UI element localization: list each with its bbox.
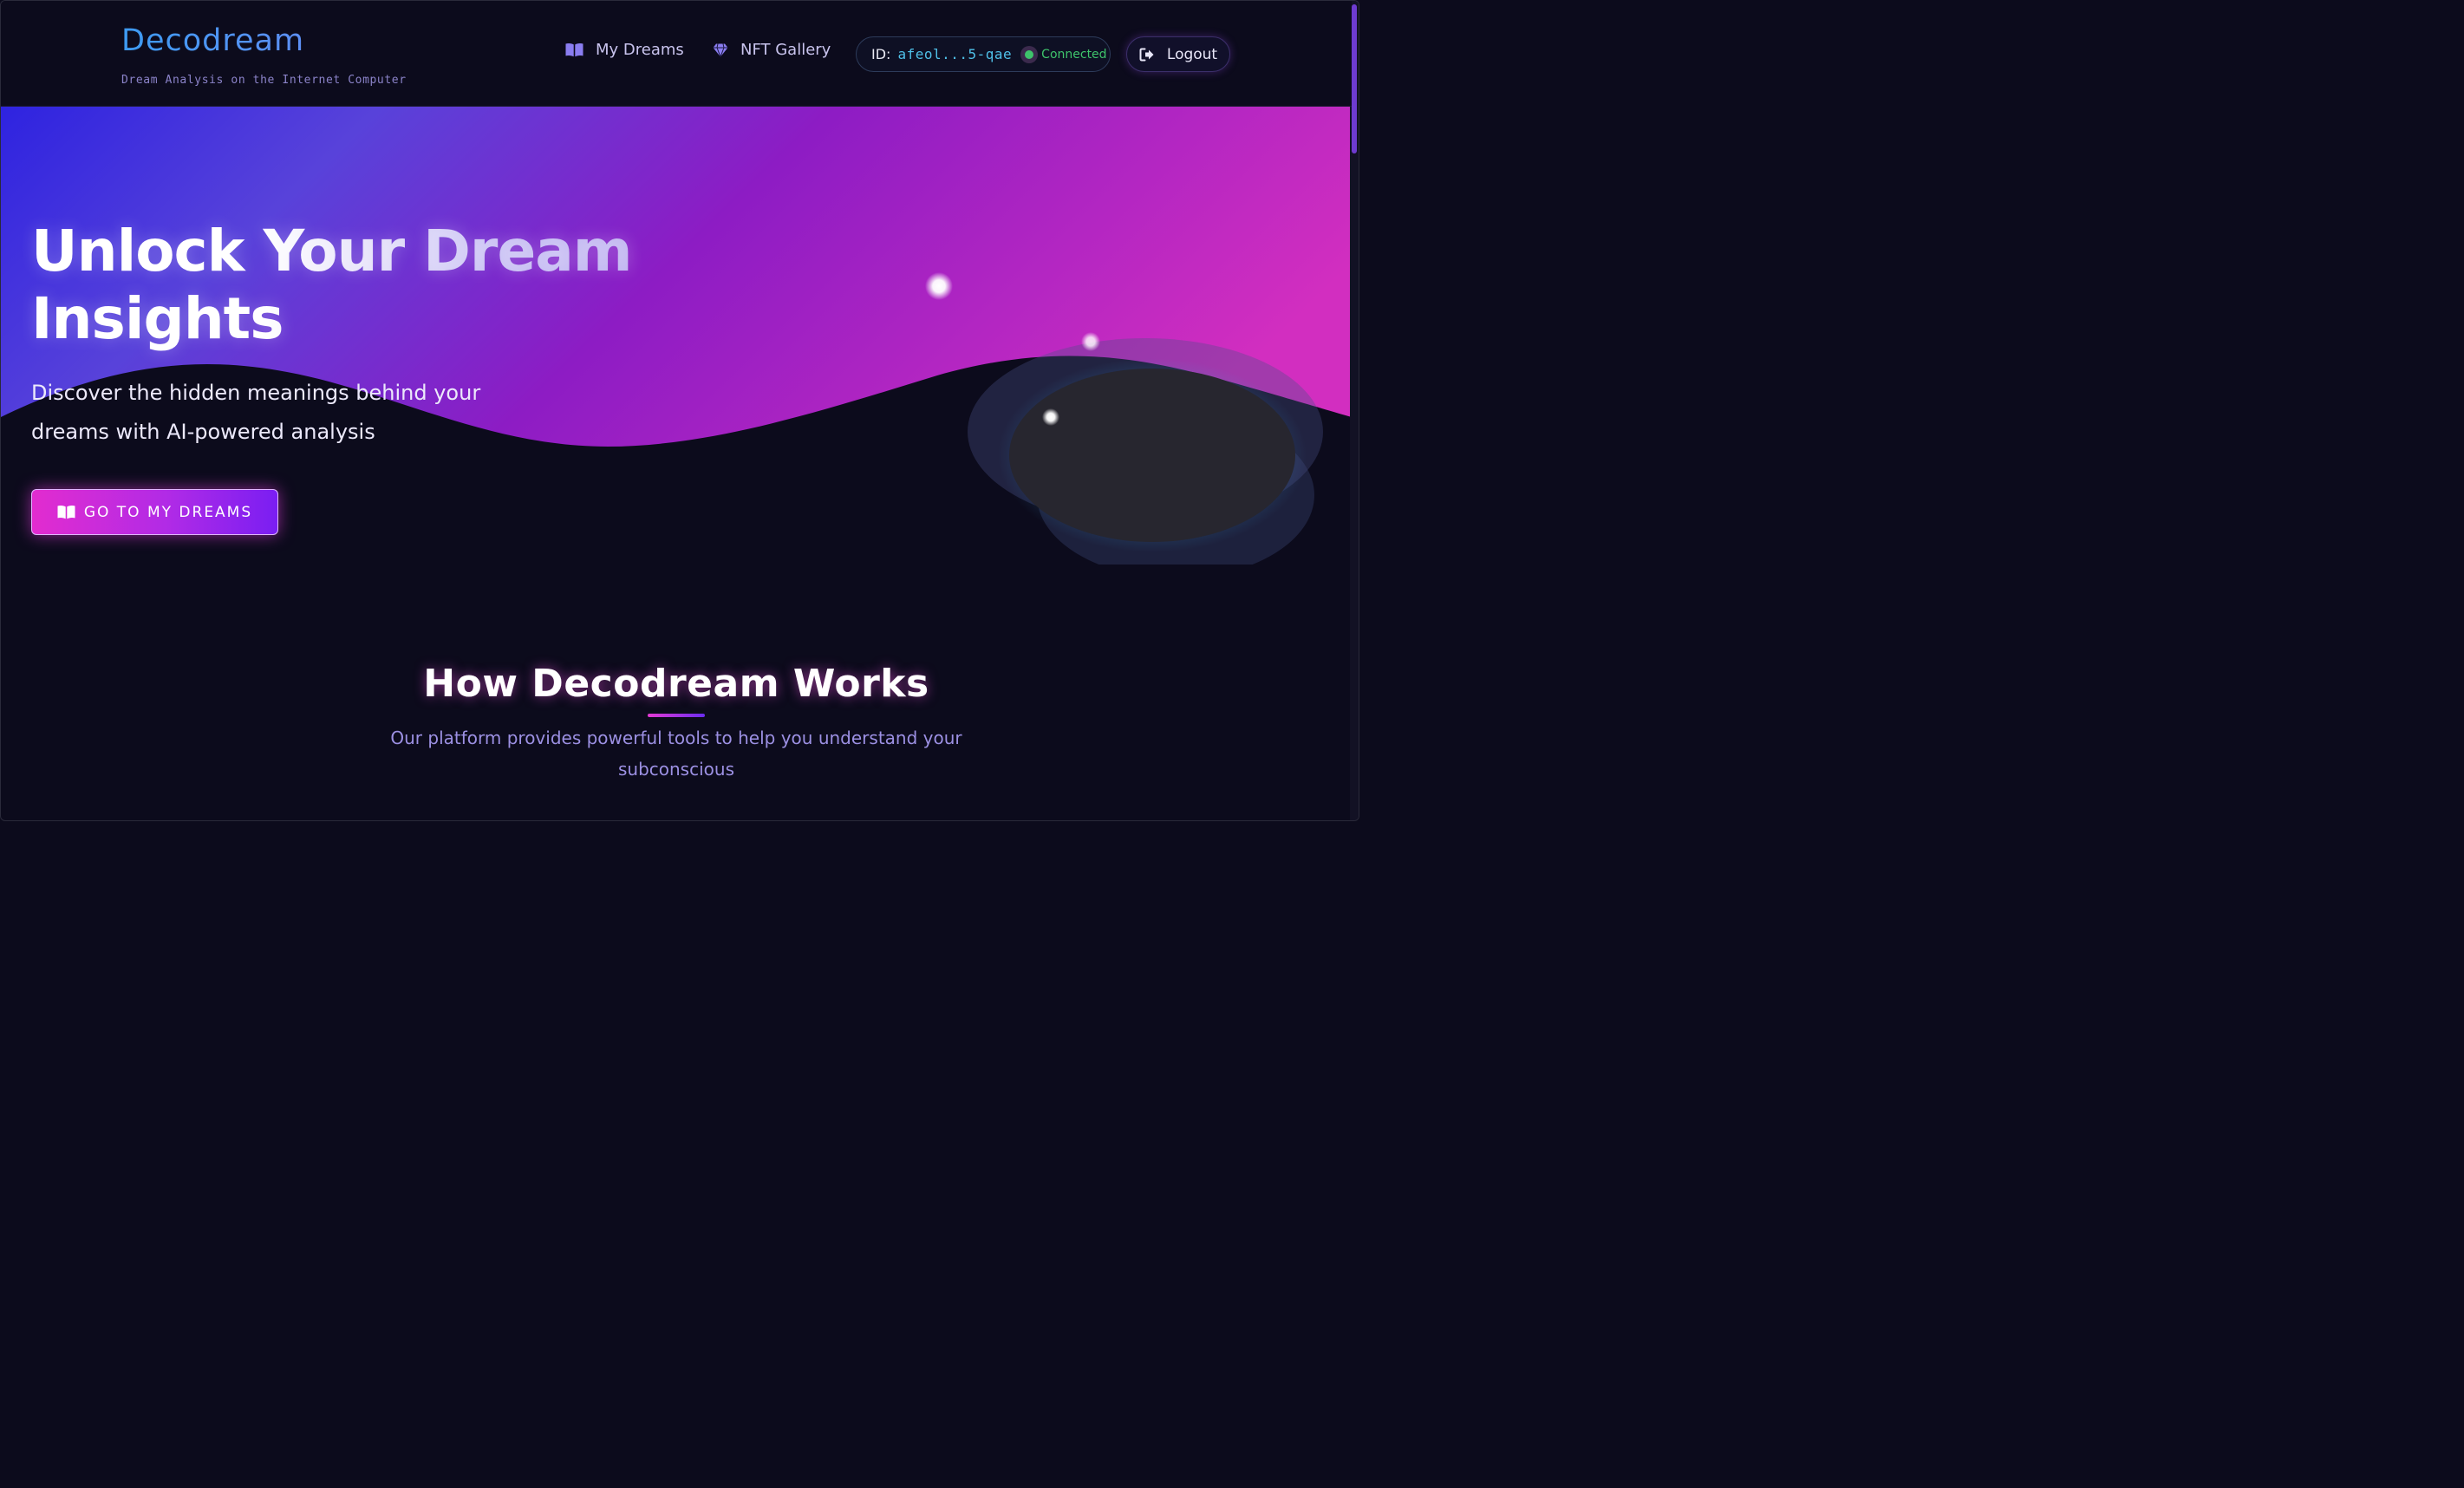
nav-nft-gallery[interactable]: NFT Gallery: [713, 41, 831, 59]
gem-icon: [713, 42, 728, 57]
open-book-icon: [565, 42, 583, 57]
identity-pill[interactable]: ID: afeol...5-qae Connected: [856, 36, 1111, 72]
logout-icon: [1139, 48, 1154, 61]
title-underline: [648, 714, 705, 717]
page-scrollbar[interactable]: [1350, 1, 1359, 820]
logout-button[interactable]: Logout: [1126, 36, 1230, 72]
identity-label: ID:: [871, 46, 891, 62]
connection-status: Connected: [1020, 45, 1107, 63]
brand-title[interactable]: Decodream: [121, 22, 407, 60]
brand[interactable]: Decodream Dream Analysis on the Internet…: [121, 22, 407, 87]
open-book-icon: [57, 505, 75, 519]
how-it-works-section: How Decodream Works Our platform provide…: [1, 566, 1352, 820]
status-dot-icon: [1020, 45, 1039, 63]
logout-label: Logout: [1166, 45, 1218, 63]
brand-subtitle: Dream Analysis on the Internet Computer: [121, 74, 407, 87]
nav-nft-gallery-label: NFT Gallery: [740, 41, 831, 59]
how-it-works-subtitle: Our platform provides powerful tools to …: [390, 728, 962, 780]
identity-value: afeol...5-qae: [897, 46, 1013, 62]
hero-subtitle: Discover the hidden meanings behind your…: [31, 381, 481, 444]
hero-title: Unlock Your Dream Insights: [31, 218, 690, 353]
go-to-my-dreams-label: GO TO MY DREAMS: [83, 503, 253, 521]
top-navbar: Decodream Dream Analysis on the Internet…: [1, 1, 1352, 107]
connection-status-text: Connected: [1041, 47, 1107, 62]
how-it-works-title: How Decodream Works: [423, 662, 929, 706]
scrollbar-thumb[interactable]: [1352, 4, 1357, 153]
nav-my-dreams-label: My Dreams: [596, 41, 684, 59]
app-window: Decodream Dream Analysis on the Internet…: [0, 0, 1359, 821]
hero-section: Unlock Your Dream Insights Discover the …: [1, 107, 1352, 566]
nav-my-dreams[interactable]: My Dreams: [565, 41, 684, 59]
go-to-my-dreams-button[interactable]: GO TO MY DREAMS: [31, 489, 278, 535]
